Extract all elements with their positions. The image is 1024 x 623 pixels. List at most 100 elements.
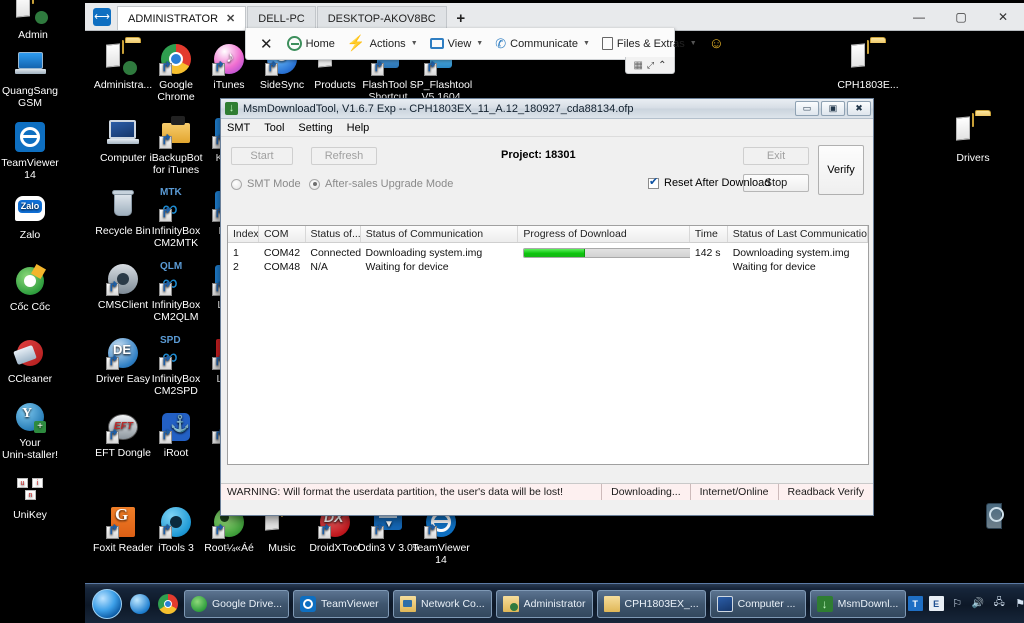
toolbar-home-button[interactable]: Home: [283, 34, 339, 53]
start-button[interactable]: [92, 588, 122, 619]
tab-administrator[interactable]: ADMINISTRATOR ✕: [117, 6, 247, 30]
toolbar-actions-button[interactable]: ⚡ Actions ▼: [343, 34, 422, 53]
cell-status-of-communication: Downloading system.img: [365, 247, 483, 259]
msm-close-button[interactable]: ✖: [847, 101, 871, 116]
progress-bar-fill: [524, 249, 585, 257]
volume-icon[interactable]: 🔊: [971, 596, 986, 611]
ie-icon: [130, 593, 150, 614]
teamviewer-toolbar: ✕ Home ⚡ Actions ▼ View ▼ ✆ Communicate …: [245, 28, 724, 60]
table-row[interactable]: 2 COM48 N/A Waiting for device Waiting f…: [228, 260, 868, 274]
menu-help[interactable]: Help: [347, 122, 370, 134]
taskbar-item-msmdownloadtool[interactable]: ↓ MsmDownl...: [809, 589, 906, 618]
tab-desktop-akov8bc[interactable]: DESKTOP-AKOV8BC: [316, 6, 447, 30]
toolbar-smiley-button[interactable]: ☺: [705, 33, 728, 54]
refresh-button[interactable]: Refresh: [311, 147, 377, 165]
system-tray: T E ⚐ 🔊 🖧 ⚑ 10:48 AM 12/17/2018: [907, 585, 1024, 623]
window-controls: — ▢ ✕: [898, 3, 1024, 31]
device-table[interactable]: Index COM Status of... Status of Communi…: [227, 225, 869, 465]
action-center-icon[interactable]: ⚐: [950, 596, 965, 611]
radio-label: After-sales Upgrade Mode: [325, 178, 454, 190]
msm-app-icon: [225, 102, 238, 115]
flag-icon[interactable]: ⚑: [1013, 596, 1024, 611]
toolbar-item-label: Home: [305, 37, 335, 50]
zalo-icon: Zalo: [13, 192, 47, 226]
chevron-down-icon: ▼: [689, 40, 697, 47]
menu-smt[interactable]: SMT: [227, 122, 250, 134]
maximize-button[interactable]: ▢: [940, 3, 982, 31]
icon-label: Your Unin-staller!: [1, 437, 59, 461]
desktop-icon-zalo[interactable]: Zalo Zalo: [0, 192, 68, 242]
quicklaunch-internet-explorer[interactable]: [126, 590, 154, 618]
msm-maximize-button[interactable]: ▣: [821, 101, 845, 116]
view-monitor-icon: [429, 38, 444, 49]
menu-tool[interactable]: Tool: [264, 122, 284, 134]
taskbar-item-label: Computer ...: [737, 597, 796, 610]
toolbar-files-extras-button[interactable]: Files & Extras ▼: [598, 35, 701, 52]
grid-icon[interactable]: ▦: [633, 60, 642, 71]
msm-titlebar[interactable]: MsmDownloadTool, V1.6.7 Exp -- CPH1803EX…: [221, 99, 873, 119]
taskbar-item-label: CPH1803EX_...: [624, 597, 699, 610]
new-tab-button[interactable]: +: [448, 6, 474, 30]
toolbar-item-label: Files & Extras: [616, 37, 685, 50]
radio-label: SMT Mode: [247, 178, 301, 190]
desktop-icon-coccoc[interactable]: Cốc Cốc: [0, 263, 68, 314]
radio-smt-mode[interactable]: SMT Mode: [231, 178, 301, 190]
menu-setting[interactable]: Setting: [298, 122, 332, 134]
taskbar-item-google-drive[interactable]: Google Drive...: [184, 589, 290, 618]
chevron-up-icon[interactable]: ⌃: [658, 60, 666, 71]
radio-after-sales-upgrade-mode[interactable]: After-sales Upgrade Mode: [309, 178, 453, 190]
radio-icon: [231, 178, 242, 190]
checkbox-icon: [648, 176, 659, 189]
chevron-down-icon: ▼: [582, 40, 590, 47]
teamviewer-edge-widget[interactable]: [986, 503, 1004, 529]
taskbar-item-administrator[interactable]: Administrator: [495, 589, 593, 618]
taskbar-item-label: MsmDownl...: [837, 597, 899, 610]
network-icon[interactable]: 🖧: [992, 596, 1007, 611]
desktop-icon-admin[interactable]: Admin: [0, 0, 71, 42]
msm-menubar: SMT Tool Setting Help: [221, 119, 873, 137]
exit-button[interactable]: Exit: [743, 147, 809, 165]
close-button[interactable]: ✕: [982, 3, 1024, 31]
desktop-icon-teamviewer-14[interactable]: TeamViewer 14: [0, 120, 68, 181]
chrome-icon: [158, 593, 178, 614]
reset-after-download-checkbox[interactable]: Reset After Download: [648, 176, 770, 189]
taskbar-item-computer[interactable]: Computer ...: [709, 589, 806, 618]
desktop-icon-ccleaner[interactable]: CCleaner: [0, 336, 68, 386]
project-label: Project: 18301: [501, 149, 576, 161]
col-time: Time: [690, 226, 728, 242]
desktop-icon-your-uninstaller[interactable]: Y + Your Unin-staller!: [0, 400, 68, 461]
tab-dell-pc[interactable]: DELL-PC: [247, 6, 316, 30]
computer-icon: [716, 595, 733, 612]
unikey-t-icon[interactable]: T: [907, 596, 923, 611]
home-icon: [286, 36, 302, 51]
taskbar-item-cph1803ex[interactable]: CPH1803EX_...: [596, 589, 706, 618]
progress-bar: [523, 248, 690, 258]
toolbar-item-label: Communicate: [510, 37, 578, 50]
toolbar-close-session-button[interactable]: ✕: [254, 35, 279, 53]
msm-status-bar: WARNING: Will format the userdata partit…: [221, 483, 873, 500]
cell-last-communication: Waiting for device: [732, 261, 816, 273]
cell-status-of: N/A: [310, 261, 328, 273]
quicklaunch-google-chrome[interactable]: [154, 590, 182, 618]
close-icon[interactable]: ✕: [226, 12, 235, 25]
toolbar-view-button[interactable]: View ▼: [426, 36, 488, 52]
msm-minimize-button[interactable]: ▭: [795, 101, 819, 116]
cell-progress: [518, 248, 690, 258]
toolbar-communicate-button[interactable]: ✆ Communicate ▼: [491, 35, 594, 52]
chevron-down-icon: ▼: [410, 40, 418, 47]
desktop-icon-unikey[interactable]: u i n UniKey: [0, 472, 68, 522]
toolbar-item-label: View: [447, 37, 472, 50]
start-button[interactable]: Start: [231, 147, 293, 165]
table-row[interactable]: 1 COM42 Connected Downloading system.img…: [228, 246, 868, 260]
desktop-icon-quangsang-gsm[interactable]: QuangSang GSM: [0, 48, 68, 109]
msm-body: Start Refresh Project: 18301 Exit Stop V…: [221, 137, 873, 500]
verify-button[interactable]: Verify: [818, 145, 864, 195]
minimize-button[interactable]: —: [898, 3, 940, 31]
taskbar-item-teamviewer[interactable]: TeamViewer: [293, 589, 390, 618]
taskbar-item-network-connections[interactable]: Network Co...: [393, 589, 492, 618]
status-connection: Internet/Online: [689, 484, 778, 500]
cell-time: 142 s: [694, 247, 721, 259]
resize-icon[interactable]: ⤢: [647, 60, 654, 71]
chevron-down-icon: ▼: [476, 40, 484, 47]
unikey-e-icon[interactable]: E: [928, 596, 944, 611]
